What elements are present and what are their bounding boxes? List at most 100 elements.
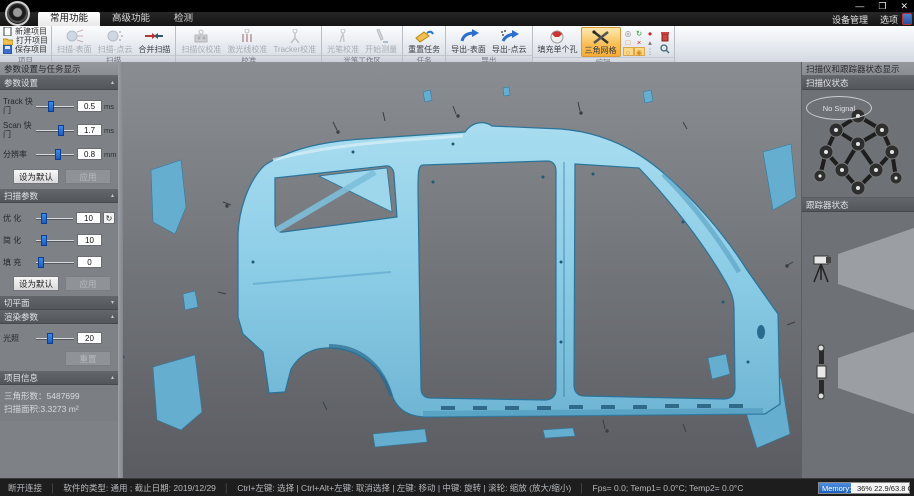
edit-mini-toolbar: ◎ ↻ ● □ × ▴ ○ ◉ ⋮ — [623, 27, 656, 57]
user-icon[interactable] — [902, 13, 912, 25]
section-header-project-info[interactable]: 项目信息 ▴ — [0, 371, 118, 385]
unit-label: ms — [102, 102, 115, 111]
car-frame-details — [123, 136, 765, 414]
section-title: 渲染参数 — [4, 310, 38, 324]
optimize-value[interactable]: 10 — [76, 212, 101, 224]
resolution-value[interactable]: 0.8 — [77, 148, 102, 160]
menu-device-management[interactable]: 设备管理 — [832, 13, 868, 26]
slider-label: 填 充 — [3, 258, 33, 267]
tracker-camera-icon — [814, 256, 831, 282]
section-header-scan-params[interactable]: 扫描参数 ▴ — [0, 189, 118, 203]
viewport-3d[interactable] — [123, 62, 801, 478]
app-logo[interactable] — [5, 1, 30, 26]
ribbon-group-project: 新建项目 打开项目 保存项目 项目 — [0, 26, 52, 62]
lasso-select-icon[interactable]: ○ — [623, 47, 634, 56]
refresh-spinner-icon[interactable]: ↻ — [103, 212, 115, 224]
section-title: 项目信息 — [4, 371, 38, 385]
rect-select-icon[interactable]: □ — [623, 38, 634, 47]
scan-shutter-value[interactable]: 1.7 — [77, 124, 102, 136]
save-icon — [3, 45, 12, 54]
tracker-calibration-button[interactable]: Tracker校准 — [270, 27, 319, 55]
fill-slider[interactable] — [36, 256, 74, 268]
scan-shutter-slider[interactable] — [36, 124, 74, 136]
slider-thumb[interactable] — [47, 333, 53, 344]
close-button[interactable]: ✕ — [900, 0, 908, 12]
section-header-render-params[interactable]: 渲染参数 ▴ — [0, 310, 118, 324]
menu-options[interactable]: 选项 — [880, 13, 898, 26]
section-header-tracker-status[interactable]: 跟踪器状态 — [802, 198, 914, 212]
simplify-slider[interactable] — [36, 234, 74, 246]
collapse-arrow-icon: ▾ — [111, 296, 114, 310]
set-default-button[interactable]: 设为默认 — [13, 276, 59, 291]
refresh-icon[interactable]: ↻ — [634, 29, 645, 38]
simplify-value[interactable]: 10 — [77, 234, 102, 246]
tab-common-functions[interactable]: 常用功能 — [38, 12, 100, 26]
scan-params-section-body: 优 化 10 ↻ 简 化 10 填 充 0 设为默认 应用 — [0, 203, 118, 296]
lighting-slider[interactable] — [36, 332, 74, 344]
tracker-top-icon — [817, 345, 826, 399]
slider-thumb[interactable] — [41, 213, 47, 224]
stylus-calibration-icon — [335, 28, 351, 44]
more-icon[interactable]: ⋮ — [645, 47, 656, 56]
scanner-preview: No Signal — [802, 90, 914, 198]
vertex-icon[interactable]: ▴ — [645, 38, 656, 47]
fov-cone — [838, 228, 914, 310]
laser-calibration-button[interactable]: 激光线校准 — [224, 27, 270, 55]
slider-thumb[interactable] — [41, 235, 47, 246]
trash-icon[interactable] — [660, 31, 670, 42]
optimize-slider[interactable] — [36, 212, 73, 224]
tab-advanced-functions[interactable]: 高级功能 — [100, 12, 162, 26]
section-header-parameters[interactable]: 参数设置 ▴ — [0, 76, 118, 90]
slider-thumb[interactable] — [55, 149, 61, 160]
apply-button[interactable]: 应用 — [65, 169, 111, 184]
fill-value[interactable]: 0 — [77, 256, 102, 268]
visibility-icon[interactable]: ◎ — [623, 29, 634, 38]
apply-button[interactable]: 应用 — [65, 276, 111, 291]
scanner-calibration-icon — [191, 28, 211, 44]
sphere-icon[interactable]: ● — [645, 29, 656, 38]
slider-label: 光照 — [3, 334, 33, 343]
reset-button[interactable]: 重置 — [65, 351, 111, 366]
tab-inspection[interactable]: 检测 — [162, 12, 205, 26]
car-frame-surface[interactable] — [238, 123, 780, 417]
collapse-arrow-icon: ▴ — [111, 371, 114, 385]
reset-task-button[interactable]: 重置任务 — [405, 27, 443, 55]
circle-select-icon[interactable]: ◉ — [634, 47, 645, 56]
minimize-button[interactable]: — — [855, 0, 864, 12]
folder-icon — [3, 37, 13, 45]
lighting-value[interactable]: 20 — [77, 332, 102, 344]
delete-cross-icon[interactable]: × — [634, 38, 645, 47]
export-surface-button[interactable]: 导出-表面 — [448, 27, 489, 55]
button-label: 保存项目 — [15, 44, 47, 55]
resolution-slider[interactable] — [36, 148, 74, 160]
scan-surface-button[interactable]: 扫描-表面 — [54, 27, 95, 55]
ribbon-tab-row: 常用功能 高级功能 检测 设备管理 选项 — [0, 12, 914, 26]
button-label: 重置任务 — [408, 44, 440, 55]
unit-label: ms — [102, 126, 115, 135]
scanner-calibration-button[interactable]: 扫描仪校准 — [178, 27, 224, 55]
track-shutter-slider[interactable] — [36, 100, 74, 112]
ribbon-group-calibration: 扫描仪校准 激光线校准 Tracker校准 校准 — [176, 26, 322, 62]
triangle-count-row: 三角形数：5487699 — [4, 390, 114, 403]
section-header-scanner-status[interactable]: 扫描仪状态 — [802, 76, 914, 90]
stylus-calibration-button[interactable]: 光笔校准 — [324, 27, 362, 55]
track-shutter-value[interactable]: 0.5 — [77, 100, 102, 112]
export-pointcloud-button[interactable]: 导出-点云 — [489, 27, 530, 55]
shortcut-hints: Ctrl+左键: 选择 | Ctrl+Alt+左键: 取消选择 | 左键: 移动… — [229, 482, 579, 494]
section-header-clip-plane[interactable]: 切平面 ▾ — [0, 296, 118, 310]
save-project-button[interactable]: 保存项目 — [3, 45, 48, 54]
scan-pointcloud-button[interactable]: 扫描-点云 — [95, 27, 136, 55]
button-label: 三角网格 — [585, 45, 617, 56]
slider-thumb[interactable] — [48, 101, 54, 112]
set-default-button[interactable]: 设为默认 — [13, 169, 59, 184]
fill-single-hole-button[interactable]: 填充单个孔 — [535, 27, 581, 57]
slider-thumb[interactable] — [38, 257, 44, 268]
magnifier-icon[interactable] — [660, 44, 670, 54]
slider-thumb[interactable] — [58, 125, 64, 136]
button-label: 导出-表面 — [451, 44, 486, 55]
triangle-mesh-edit-button[interactable]: 三角网格 — [581, 27, 621, 57]
maximize-button[interactable]: ❐ — [878, 0, 886, 12]
start-measure-button[interactable]: 开始测量 — [362, 27, 400, 55]
parameters-panel: 参数设置与任务显示 参数设置 ▴ Track 快门 0.5 ms Scan 快门… — [0, 62, 118, 478]
merge-scan-button[interactable]: 合并扫描 — [135, 27, 173, 55]
